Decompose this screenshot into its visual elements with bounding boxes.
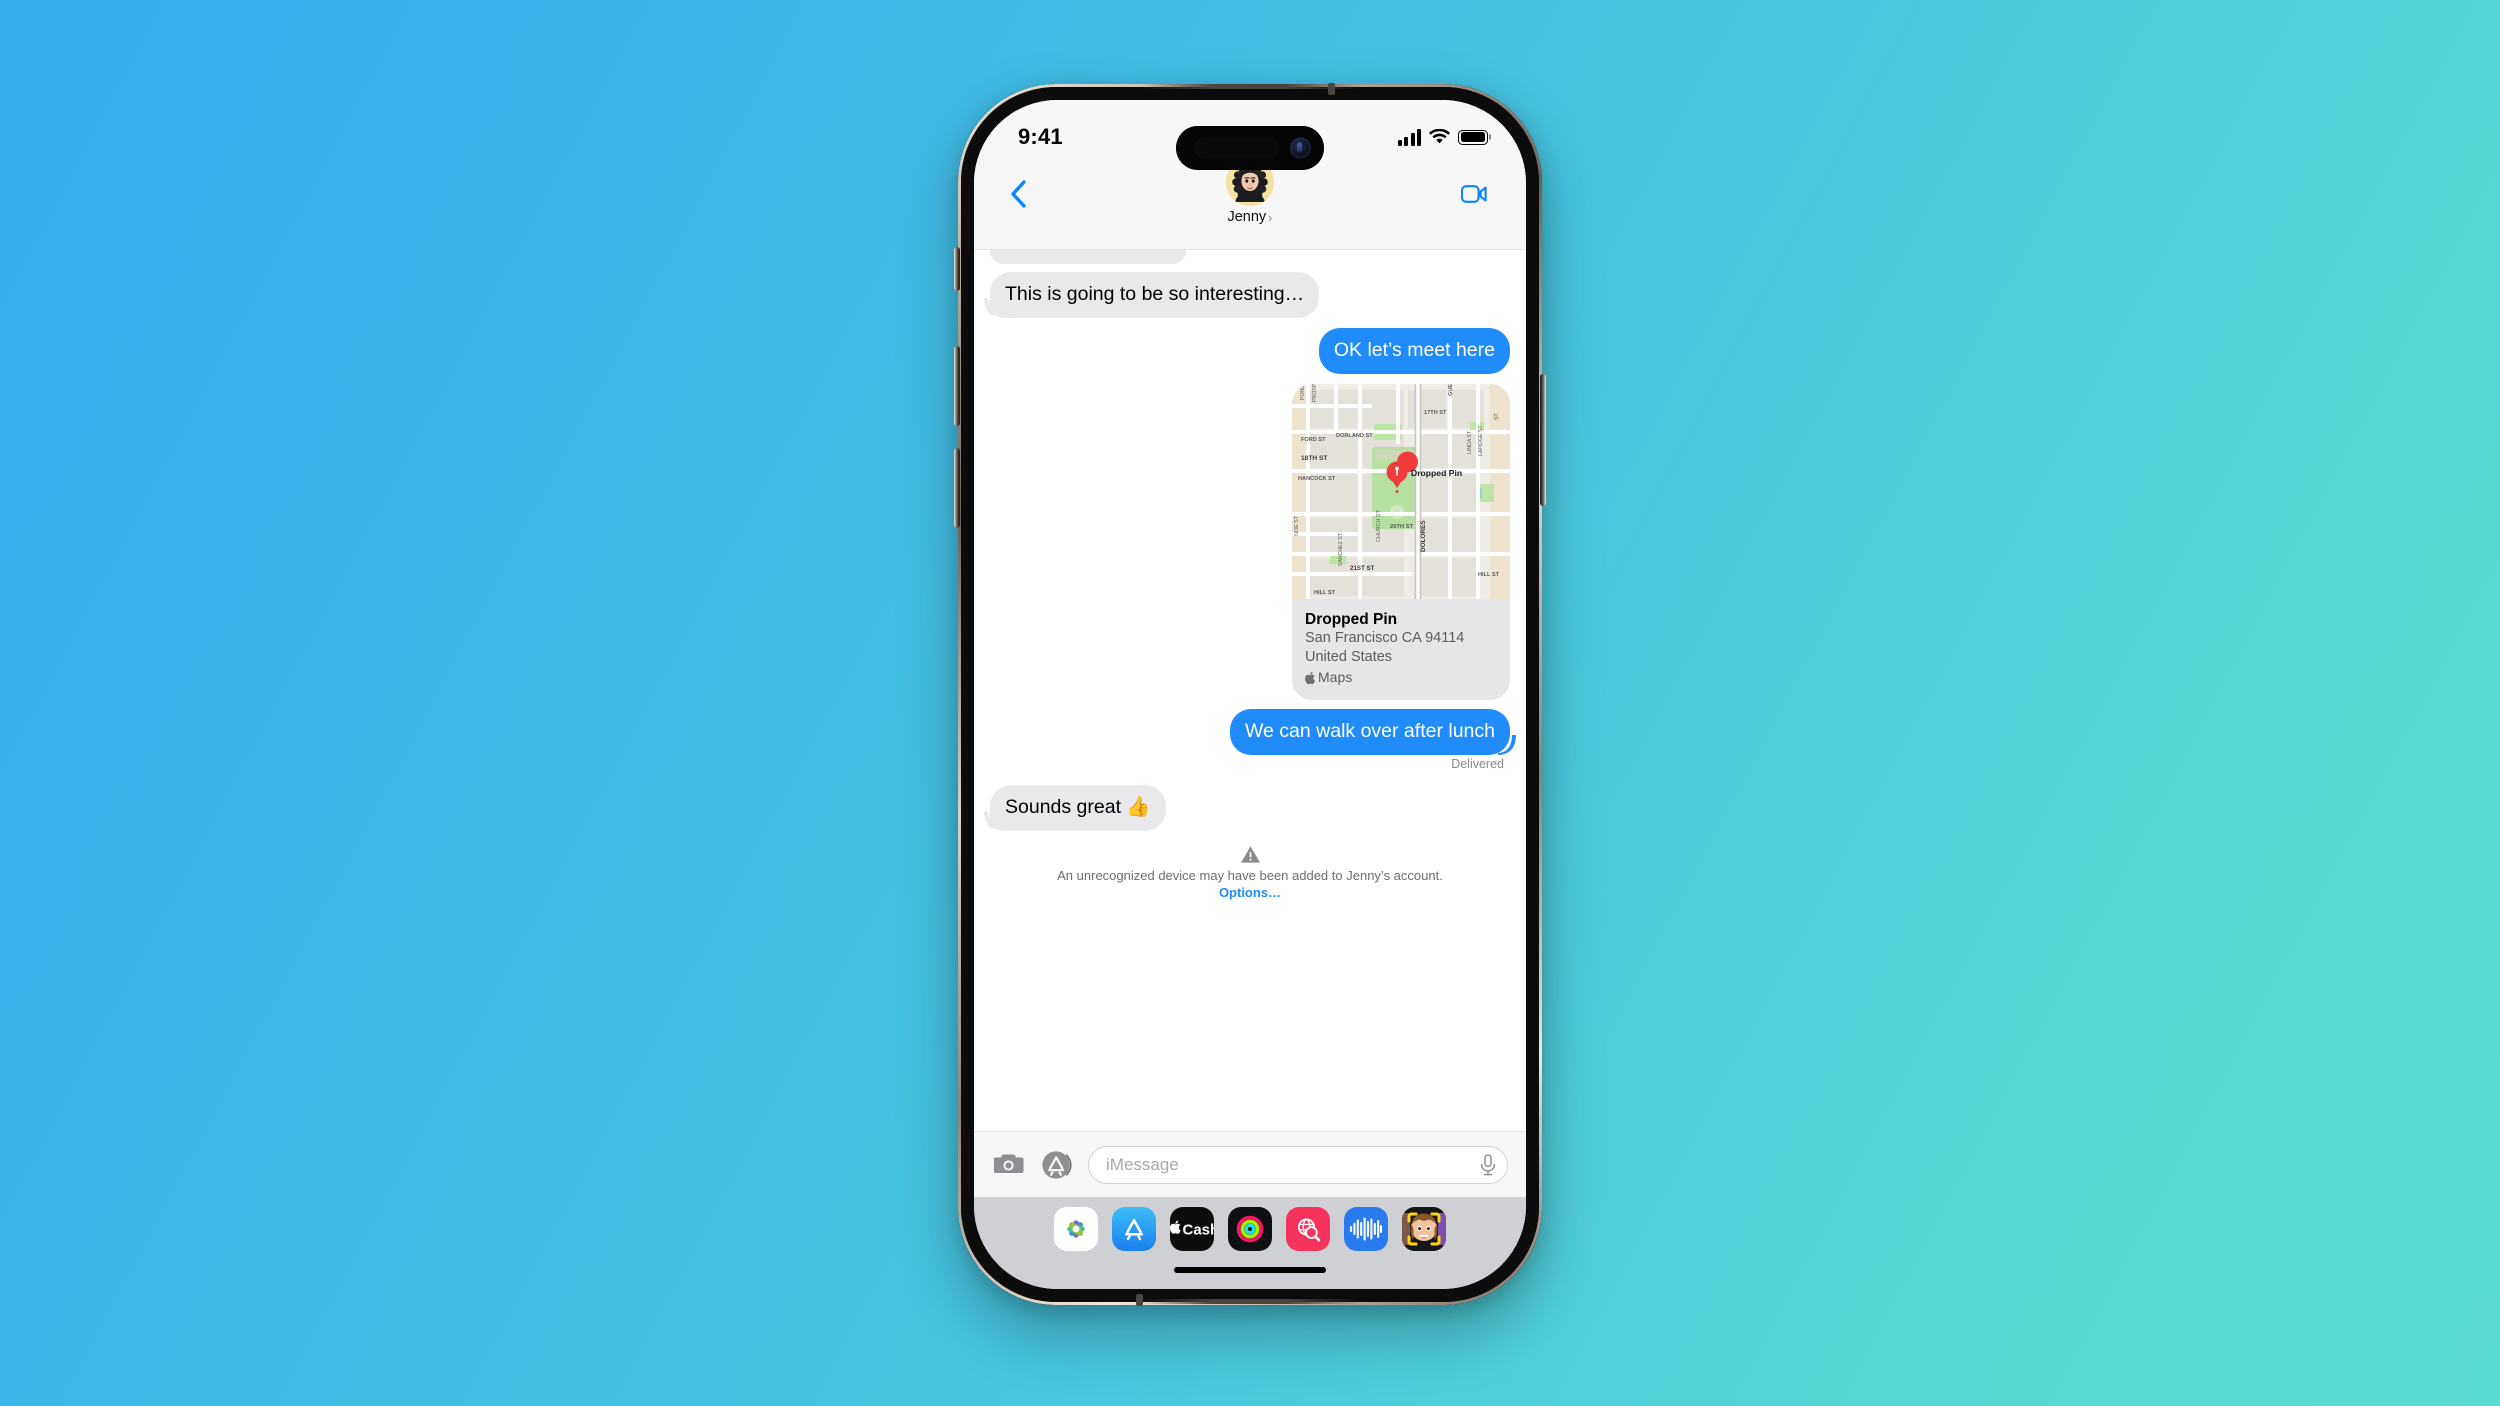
message-row-outgoing: OK let’s meet here bbox=[990, 328, 1510, 374]
svg-text:20TH ST: 20TH ST bbox=[1390, 524, 1414, 530]
svg-text:FORD ST: FORD ST bbox=[1301, 437, 1326, 443]
map-card-title: Dropped Pin bbox=[1305, 611, 1398, 628]
map-card-city-line: San Francisco CA 94114 bbox=[1305, 630, 1465, 646]
message-row-map-attachment: PROSPER ST POND ST FORD ST DORLAND ST 17… bbox=[990, 384, 1510, 700]
camera-icon bbox=[994, 1154, 1024, 1173]
svg-text:SANCHEZ ST: SANCHEZ ST bbox=[1338, 532, 1344, 566]
map-render: PROSPER ST POND ST FORD ST DORLAND ST 17… bbox=[1292, 384, 1510, 599]
imessage-app-drawer: Cash bbox=[974, 1197, 1526, 1289]
security-notice: An unrecognized device may have been add… bbox=[990, 845, 1510, 901]
svg-text:POND ST: POND ST bbox=[1300, 384, 1306, 400]
antenna-nub-bottom bbox=[1136, 1294, 1143, 1306]
svg-text:PROSPER ST: PROSPER ST bbox=[1312, 384, 1318, 402]
svg-text:HILL ST: HILL ST bbox=[1478, 572, 1500, 578]
message-placeholder: iMessage bbox=[1106, 1154, 1179, 1174]
map-card-details: Dropped Pin San Francisco CA 94114 Unite… bbox=[1292, 599, 1510, 700]
message-bubble-incoming[interactable]: This is going to be so interesting… bbox=[988, 272, 1320, 318]
conversation-nav-bar: Jenny › bbox=[974, 158, 1526, 250]
message-row-incoming-2: Sounds great 👍 bbox=[989, 785, 1510, 831]
map-preview-image[interactable]: PROSPER ST POND ST FORD ST DORLAND ST 17… bbox=[1292, 384, 1510, 599]
wifi-icon bbox=[1429, 129, 1450, 144]
app-icon-apple-cash[interactable]: Cash bbox=[1170, 1207, 1214, 1251]
svg-text:GUERRERO ST: GUERRERO ST bbox=[1448, 384, 1454, 396]
message-row-outgoing-2: We can walk over after lunch bbox=[990, 709, 1510, 755]
svg-text:HANCOCK ST: HANCOCK ST bbox=[1298, 476, 1336, 482]
apple-logo-icon bbox=[1305, 671, 1315, 684]
app-store-icon bbox=[1042, 1150, 1072, 1179]
message-input-bar: iMessage bbox=[974, 1131, 1526, 1197]
ring-silent-switch[interactable] bbox=[954, 247, 960, 291]
contact-name: Jenny bbox=[1227, 209, 1267, 225]
scrolled-message-partial bbox=[990, 250, 1186, 264]
app-store-icon bbox=[1124, 1218, 1144, 1241]
home-indicator[interactable] bbox=[1174, 1267, 1326, 1273]
app-icon-images[interactable] bbox=[1286, 1207, 1330, 1251]
wallpaper-backdrop: 9:41 Jenny › This is going to be so inte… bbox=[0, 0, 2500, 1406]
app-icon-memoji-stickers[interactable] bbox=[1402, 1207, 1446, 1251]
svg-text:Dropped Pin: Dropped Pin bbox=[1411, 468, 1462, 478]
svg-text:21ST ST: 21ST ST bbox=[1350, 565, 1375, 572]
svg-text:LINDA ST: LINDA ST bbox=[1467, 430, 1473, 454]
volume-up-button[interactable] bbox=[954, 346, 960, 426]
front-camera-lens bbox=[1290, 137, 1311, 159]
svg-text:DOLORES: DOLORES bbox=[1420, 520, 1427, 552]
message-bubble-outgoing-2[interactable]: We can walk over after lunch bbox=[1229, 709, 1510, 755]
contact-name-row: Jenny › bbox=[1227, 209, 1272, 225]
memoji-stickers-icon bbox=[1402, 1207, 1446, 1251]
svg-text:ST: ST bbox=[1494, 413, 1500, 420]
back-button[interactable] bbox=[1000, 172, 1036, 216]
antenna-band-top bbox=[1140, 84, 1360, 89]
warning-triangle-icon bbox=[1240, 846, 1260, 863]
video-camera-icon bbox=[1461, 185, 1487, 203]
app-icon-digital-touch[interactable] bbox=[1344, 1207, 1388, 1251]
app-icon-fitness[interactable] bbox=[1228, 1207, 1272, 1251]
message-text-field[interactable]: iMessage bbox=[1088, 1145, 1508, 1184]
map-card-country-line: United States bbox=[1305, 649, 1393, 665]
message-bubble-outgoing[interactable]: OK let’s meet here bbox=[1318, 328, 1510, 374]
message-row-incoming: This is going to be so interesting… bbox=[988, 272, 1510, 318]
security-options-link[interactable]: Options… bbox=[1219, 885, 1281, 900]
dynamic-island[interactable] bbox=[1176, 126, 1324, 170]
iphone-device-frame: 9:41 Jenny › This is going to be so inte… bbox=[954, 83, 1546, 1306]
map-card-provider-label: Maps bbox=[1318, 669, 1353, 685]
security-notice-body: An unrecognized device may have been add… bbox=[1057, 868, 1443, 883]
camera-button[interactable] bbox=[992, 1148, 1026, 1182]
battery-full-icon bbox=[1458, 129, 1488, 145]
photos-icon bbox=[1067, 1220, 1085, 1238]
app-icon-app-store[interactable] bbox=[1112, 1207, 1156, 1251]
svg-text:NOE ST: NOE ST bbox=[1294, 515, 1300, 536]
side-power-button[interactable] bbox=[1540, 374, 1546, 506]
svg-text:LAPIDGE ST: LAPIDGE ST bbox=[1478, 425, 1484, 456]
svg-text:17TH ST: 17TH ST bbox=[1424, 410, 1447, 416]
delivery-status: Delivered bbox=[1451, 757, 1504, 771]
chevron-right-icon: › bbox=[1268, 209, 1273, 225]
svg-text:HILL ST: HILL ST bbox=[1314, 590, 1336, 596]
security-notice-text: An unrecognized device may have been add… bbox=[1032, 868, 1468, 901]
apple-cash-label: Cash bbox=[1183, 1222, 1215, 1239]
svg-text:DORLAND ST: DORLAND ST bbox=[1336, 433, 1373, 439]
app-icon-photos[interactable] bbox=[1054, 1207, 1098, 1251]
antenna-band-bottom bbox=[1140, 1299, 1360, 1304]
facetime-button[interactable] bbox=[1452, 172, 1496, 216]
chevron-left-icon bbox=[1011, 180, 1026, 208]
signal-bars-icon bbox=[1397, 128, 1421, 146]
iphone-screen: 9:41 Jenny › This is going to be so inte… bbox=[974, 100, 1526, 1289]
message-bubble-incoming-2[interactable]: Sounds great 👍 bbox=[989, 785, 1166, 831]
audio-wave-icon bbox=[1349, 1217, 1383, 1241]
microphone-icon[interactable] bbox=[1479, 1153, 1497, 1177]
map-attachment-card[interactable]: PROSPER ST POND ST FORD ST DORLAND ST 17… bbox=[1292, 384, 1510, 700]
svg-text:CHURCH ST: CHURCH ST bbox=[1376, 510, 1382, 542]
imessage-apps-button[interactable] bbox=[1040, 1148, 1074, 1182]
apple-cash-icon: Cash bbox=[1170, 1220, 1215, 1239]
svg-text:18TH ST: 18TH ST bbox=[1301, 455, 1327, 462]
activity-rings-icon bbox=[1236, 1215, 1264, 1243]
status-bar-time: 9:41 bbox=[1018, 124, 1063, 149]
images-search-icon bbox=[1298, 1218, 1321, 1242]
map-card-provider: Maps bbox=[1305, 668, 1497, 687]
earpiece-speaker bbox=[1194, 137, 1280, 159]
message-list[interactable]: This is going to be so interesting… OK l… bbox=[974, 250, 1526, 1131]
antenna-nub-top bbox=[1328, 83, 1335, 95]
volume-down-button[interactable] bbox=[954, 448, 960, 528]
